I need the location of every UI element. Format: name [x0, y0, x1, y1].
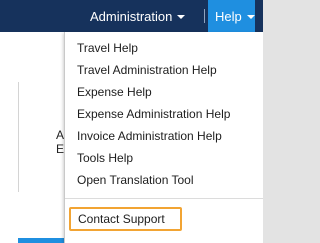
administration-label: Administration: [90, 8, 173, 24]
menu-divider: [65, 198, 263, 199]
help-label: Help: [215, 8, 242, 24]
menu-item-open-translation-tool[interactable]: Open Translation Tool: [77, 171, 194, 189]
top-navigation-bar: Administration Help: [0, 0, 263, 32]
menu-item-travel-administration-help[interactable]: Travel Administration Help: [77, 61, 217, 79]
background-text-line: E: [56, 142, 65, 156]
chevron-down-icon: [177, 15, 186, 19]
help-menu[interactable]: Help: [208, 0, 255, 32]
nav-separator: [204, 9, 205, 23]
menu-item-expense-administration-help[interactable]: Expense Administration Help: [77, 105, 230, 123]
menu-item-tools-help[interactable]: Tools Help: [77, 149, 133, 167]
administration-menu[interactable]: Administration: [90, 0, 186, 32]
menu-item-travel-help[interactable]: Travel Help: [77, 39, 138, 57]
background-panel: [0, 32, 64, 243]
menu-item-invoice-administration-help[interactable]: Invoice Administration Help: [77, 127, 222, 145]
help-dropdown-menu: Travel Help Travel Administration Help E…: [64, 32, 263, 243]
chevron-down-icon: [246, 15, 255, 19]
background-text-line: A: [56, 128, 65, 142]
page: Administration Help A E Travel Help Trav…: [0, 0, 263, 243]
contact-support-button[interactable]: Contact Support: [69, 207, 182, 231]
panel-divider: [18, 82, 19, 192]
menu-item-expense-help[interactable]: Expense Help: [77, 83, 152, 101]
